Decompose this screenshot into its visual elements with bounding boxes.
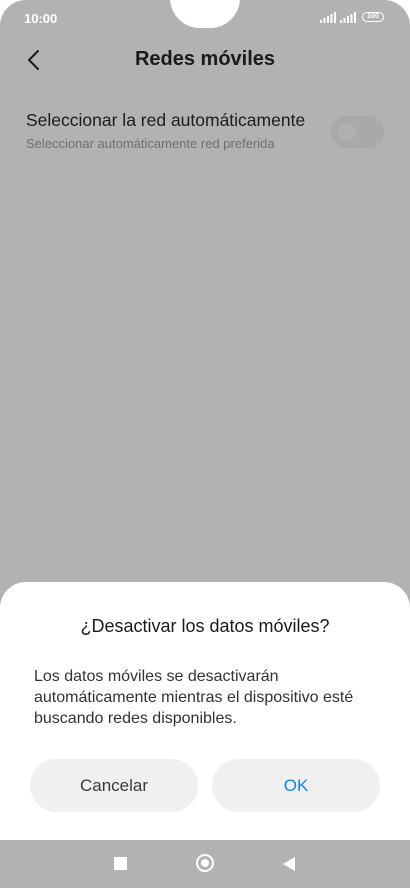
ok-button[interactable]: OK — [212, 759, 380, 812]
dialog-title: ¿Desactivar los datos móviles? — [80, 616, 330, 636]
auto-network-toggle[interactable] — [331, 116, 384, 148]
dialog-message: Los datos móviles se desactivarán automá… — [34, 668, 354, 727]
back-icon[interactable] — [282, 856, 296, 872]
home-icon[interactable] — [196, 854, 214, 872]
battery-icon: 100 — [362, 12, 384, 22]
toggle-knob — [338, 123, 356, 141]
cancel-button[interactable]: Cancelar — [30, 759, 198, 812]
page-title: Redes móviles — [134, 48, 276, 70]
camera-notch — [170, 0, 240, 28]
status-bar: 10:00 100 — [0, 0, 410, 36]
navigation-bar — [0, 840, 410, 888]
home-icon-dot — [201, 859, 209, 867]
confirm-dialog: ¿Desactivar los datos móviles? Los datos… — [0, 582, 410, 840]
setting-title: Seleccionar la red automáticamente — [26, 110, 306, 130]
setting-subtitle: Seleccionar automáticamente red preferid… — [26, 136, 275, 151]
screen: 10:00 100 Redes móviles Seleccionar la r… — [0, 0, 410, 888]
auto-network-setting[interactable]: Seleccionar la red automáticamente Selec… — [0, 104, 410, 156]
signal-icon — [320, 12, 336, 23]
recents-icon[interactable] — [114, 857, 127, 870]
signal-icon — [340, 12, 356, 23]
status-time: 10:00 — [24, 11, 58, 26]
